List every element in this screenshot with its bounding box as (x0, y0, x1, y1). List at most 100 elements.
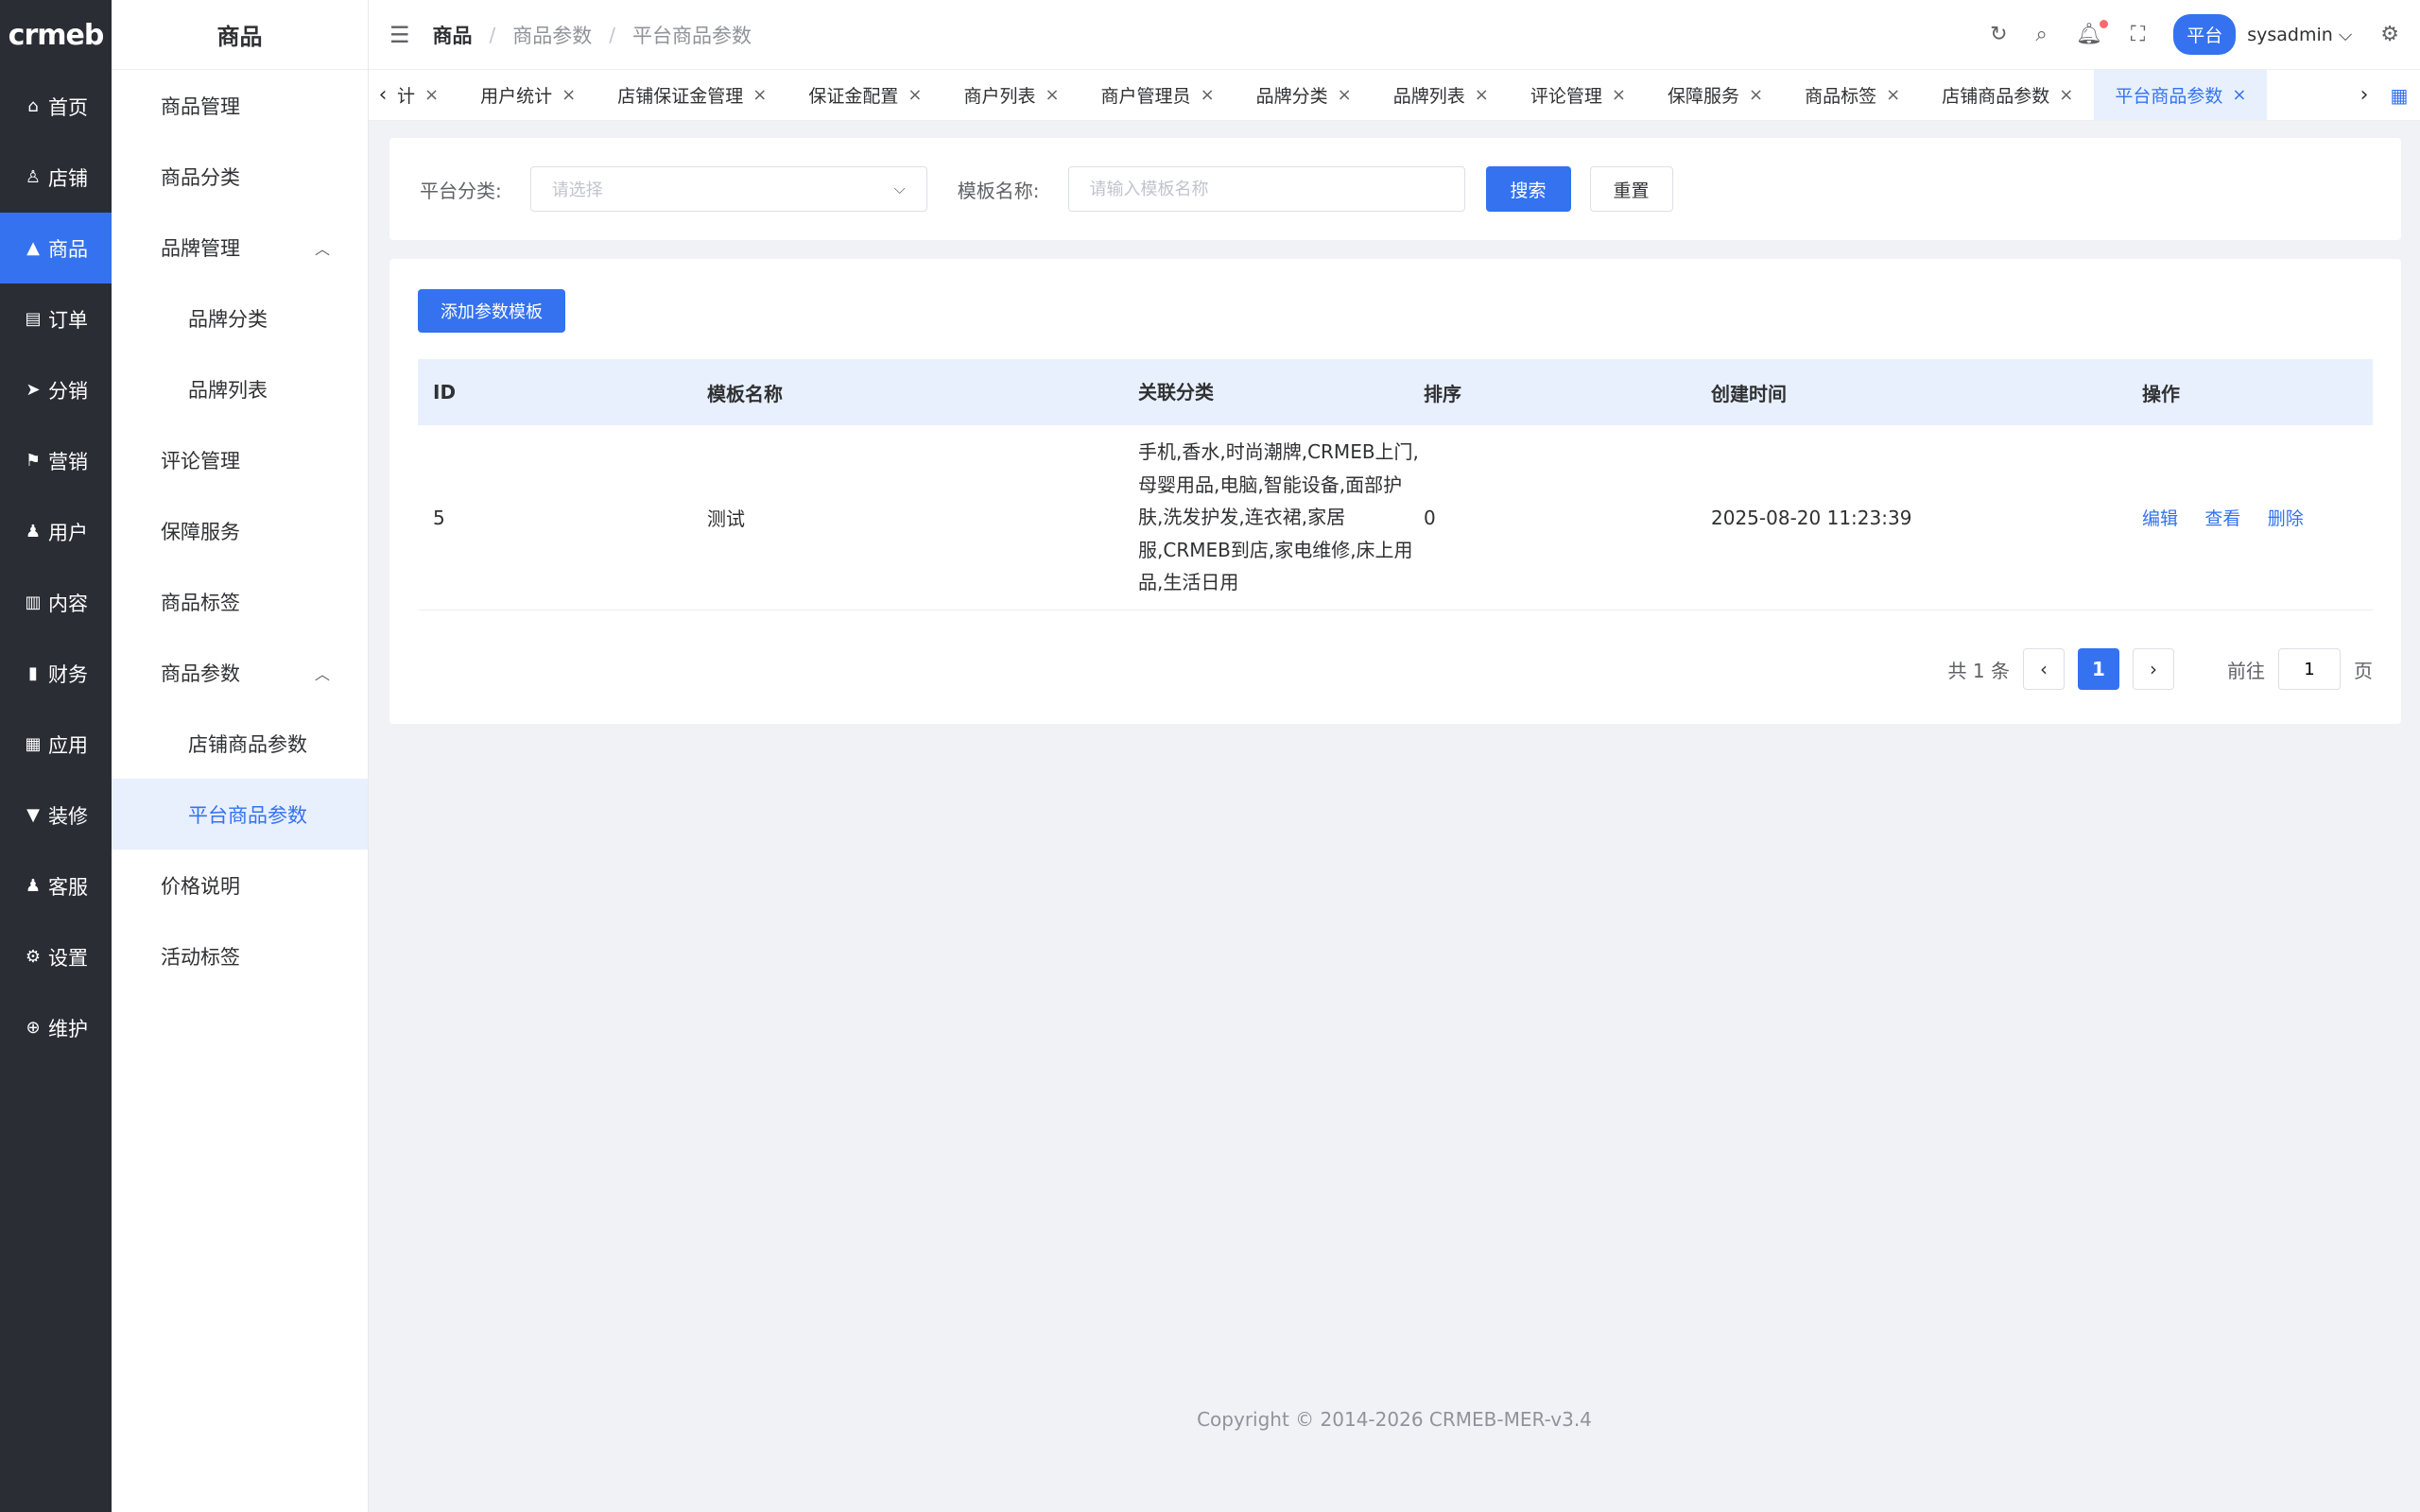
top-header: ☰ 商品 / 商品参数 / 平台商品参数 ↻ ⌕ 🔔︎ ⛶ 平台 sysadmi… (369, 0, 2420, 70)
column-header-created: 创建时间 (1711, 382, 1787, 405)
rail-item[interactable]: ▥ 内容 (0, 567, 112, 638)
fullscreen-icon[interactable]: ⛶ (2131, 23, 2145, 46)
rail-item[interactable]: ⌂ 首页 (0, 71, 112, 142)
tabs-scroll-right-icon[interactable]: › (2350, 70, 2378, 120)
tab-label: 店铺商品参数 (1942, 86, 2050, 107)
rail-item[interactable]: ⚙ 设置 (0, 921, 112, 992)
tab-label: 保障服务 (1667, 86, 1739, 107)
tabs-bar: ‹ 计 × 用户统计 × 店铺保证金管理 × 保证金配置 × 商户列表 × 商户管理员 × 品牌分类 × 品… (369, 70, 2420, 121)
tab[interactable]: 计 × (397, 70, 459, 120)
rail-item[interactable]: ▤ 订单 (0, 284, 112, 354)
rail-item[interactable]: ➤ 分销 (0, 354, 112, 425)
tabs-scroll-left-icon[interactable]: ‹ (369, 70, 397, 120)
category-select[interactable]: 请选择 ⌵ (529, 166, 927, 212)
tab[interactable]: 用户统计 × (459, 70, 596, 120)
platform-badge[interactable]: 平台 (2173, 14, 2237, 55)
submenu-item-product-params[interactable]: 商品参数 ︿ (112, 637, 368, 708)
table-row: 5 测试 手机,香水,时尚潮牌,CRMEB上门,母婴用品,电脑,智能设备,面部护… (418, 425, 2373, 610)
page-number-button[interactable]: 1 (2078, 648, 2119, 690)
edit-link[interactable]: 编辑 (2142, 508, 2178, 529)
rail-item[interactable]: ♟ 客服 (0, 850, 112, 921)
goto-page-input[interactable] (2278, 648, 2341, 690)
submenu: 商品 商品管理 商品分类 品牌管理 ︿ 品牌分类 品牌列表 评论管理 保障服务 商… (112, 0, 369, 1512)
rail-item-label: 用户 (48, 521, 88, 544)
view-link[interactable]: 查看 (2204, 508, 2240, 529)
close-icon[interactable]: × (1612, 85, 1626, 105)
rail-item[interactable]: ▮ 财务 (0, 638, 112, 709)
delete-link[interactable]: 删除 (2268, 508, 2304, 529)
bell-icon[interactable]: 🔔︎ (2076, 20, 2108, 46)
search-icon[interactable]: ⌕ (2036, 23, 2048, 46)
submenu-item-brand-list[interactable]: 品牌列表 (112, 353, 368, 424)
tab-label: 用户统计 (480, 86, 553, 107)
tab[interactable]: 店铺保证金管理 × (596, 70, 787, 120)
submenu-item-guarantee-service[interactable]: 保障服务 (112, 495, 368, 566)
breadcrumb-item: 平台商品参数 (632, 24, 752, 47)
rail-item[interactable]: ⊕ 维护 (0, 992, 112, 1063)
book-icon: ▥ (25, 593, 42, 612)
reset-button[interactable]: 重置 (1589, 166, 1673, 212)
close-icon[interactable]: × (752, 85, 767, 105)
submenu-item-platform-product-params[interactable]: 平台商品参数 (112, 779, 368, 850)
tab[interactable]: 店铺商品参数 × (1921, 70, 2094, 120)
next-page-button[interactable]: › (2133, 648, 2174, 690)
close-icon[interactable]: × (562, 85, 576, 105)
breadcrumb-item[interactable]: 商品参数 (512, 21, 592, 49)
submenu-item-product-category[interactable]: 商品分类 (112, 141, 368, 212)
close-icon[interactable]: × (1749, 85, 1763, 105)
tab[interactable]: 保障服务 × (1647, 70, 1784, 120)
close-icon[interactable]: × (1338, 85, 1352, 105)
close-icon[interactable]: × (424, 85, 439, 105)
menu-toggle-icon[interactable]: ☰ (389, 22, 410, 48)
tab[interactable]: 商品标签 × (1784, 70, 1921, 120)
user-menu[interactable]: sysadmin ⌵ (2247, 25, 2352, 45)
rail-item[interactable]: ♟ 用户 (0, 496, 112, 567)
tab-label: 评论管理 (1530, 86, 1602, 107)
prev-page-button[interactable]: ‹ (2023, 648, 2065, 690)
rail-item[interactable]: ▲ 商品 (0, 213, 112, 284)
tabs-menu-icon[interactable]: ▦ (2378, 70, 2420, 120)
table-card: 添加参数模板 ID 模板名称 关联分类 排序 创建时间 操作 5 测试 手机,香… (389, 259, 2401, 724)
rail-item-label: 订单 (48, 308, 88, 332)
tab[interactable]: 商户管理员 × (1080, 70, 1236, 120)
crmeb-logo[interactable]: crmeb (0, 0, 112, 71)
tab[interactable]: 平台商品参数 × (2094, 70, 2268, 120)
rail-item[interactable]: ▦ 应用 (0, 709, 112, 780)
tab[interactable]: 商户列表 × (942, 70, 1080, 120)
submenu-item-activity-tag[interactable]: 活动标签 (112, 920, 368, 991)
tab[interactable]: 评论管理 × (1510, 70, 1647, 120)
tab-label: 商品标签 (1805, 86, 1877, 107)
submenu-item-product-tag[interactable]: 商品标签 (112, 566, 368, 637)
submenu-item-review-manage[interactable]: 评论管理 (112, 424, 368, 495)
template-name-input[interactable] (1067, 166, 1465, 212)
search-button[interactable]: 搜索 (1485, 166, 1571, 212)
submenu-item-product-manage[interactable]: 商品管理 (112, 70, 368, 141)
submenu-item-brand-manage[interactable]: 品牌管理 ︿ (112, 212, 368, 283)
submenu-item-shop-product-params[interactable]: 店铺商品参数 (112, 708, 368, 779)
submenu-title: 商品 (112, 0, 368, 70)
add-param-template-button[interactable]: 添加参数模板 (418, 289, 565, 333)
close-icon[interactable]: × (2059, 85, 2073, 105)
gear-icon[interactable]: ⚙ (2380, 23, 2399, 46)
close-icon[interactable]: × (1201, 85, 1215, 105)
close-icon[interactable]: × (1045, 85, 1059, 105)
rail-item[interactable]: ♙ 店铺 (0, 142, 112, 213)
tab-label: 平台商品参数 (2115, 86, 2223, 107)
submenu-item-price-note[interactable]: 价格说明 (112, 850, 368, 920)
close-icon[interactable]: × (1475, 85, 1489, 105)
close-icon[interactable]: × (1886, 85, 1900, 105)
refresh-icon[interactable]: ↻ (1990, 23, 2007, 46)
submenu-item-brand-category[interactable]: 品牌分类 (112, 283, 368, 353)
rail-item[interactable]: ▼ 装修 (0, 780, 112, 850)
tab-label: 商户管理员 (1100, 86, 1191, 107)
brush-icon: ▼ (26, 805, 40, 825)
breadcrumb-item[interactable]: 商品 (433, 21, 473, 49)
rail-item[interactable]: ⚑ 营销 (0, 425, 112, 496)
breadcrumb-separator: / (609, 23, 616, 46)
close-icon[interactable]: × (908, 85, 922, 105)
tab[interactable]: 品牌列表 × (1373, 70, 1510, 120)
tab[interactable]: 品牌分类 × (1236, 70, 1373, 120)
close-icon[interactable]: × (2232, 85, 2246, 105)
column-header-category: 关联分类 (1138, 380, 1214, 404)
tab[interactable]: 保证金配置 × (787, 70, 942, 120)
